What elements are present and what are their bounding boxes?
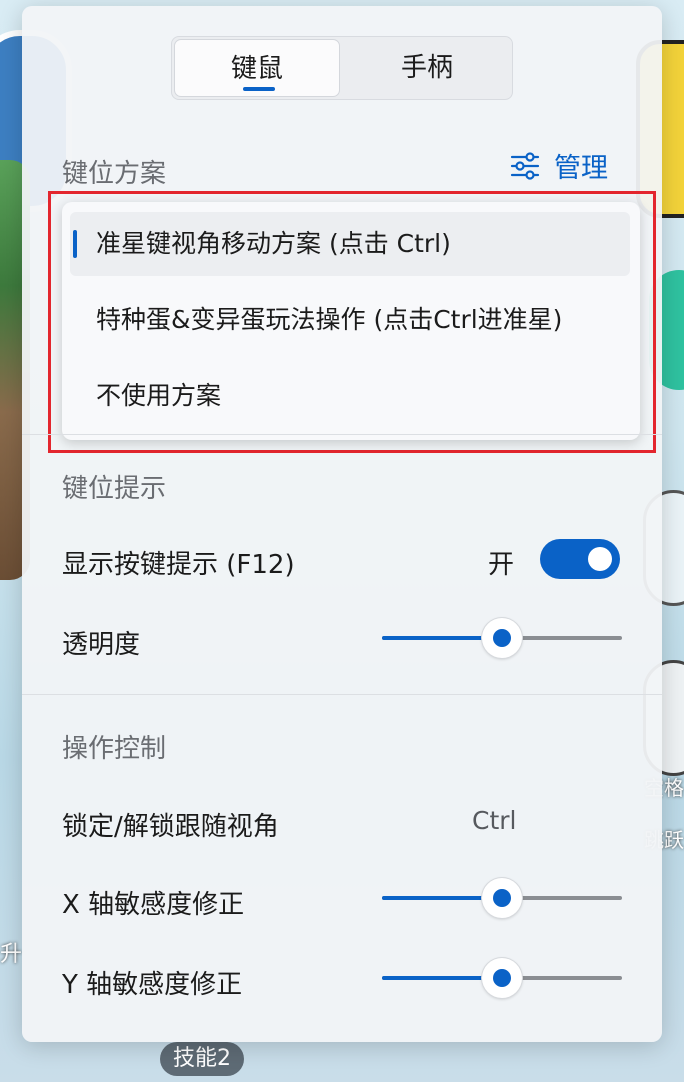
tab-label: 手柄 xyxy=(400,53,453,83)
slider-thumb[interactable] xyxy=(482,618,522,658)
section-divider xyxy=(22,434,662,435)
manage-button[interactable]: 管理 xyxy=(510,146,608,185)
show-hint-label: 显示按键提示 (F12) xyxy=(62,550,295,580)
tab-keyboard-mouse[interactable]: 键鼠 xyxy=(174,39,340,97)
toggle-knob xyxy=(588,547,612,571)
show-hint-toggle[interactable] xyxy=(540,539,620,579)
controls-heading: 操作控制 xyxy=(62,734,167,764)
toggle-state-label: 开 xyxy=(488,550,515,580)
scheme-option-crosshair[interactable]: 准星键视角移动方案 (点击 Ctrl) xyxy=(70,212,630,276)
tab-active-indicator xyxy=(243,87,275,91)
selected-indicator xyxy=(73,230,77,258)
y-sensitivity-slider[interactable] xyxy=(382,958,622,998)
key-scheme-dropdown: 准星键视角移动方案 (点击 Ctrl) 特种蛋&变异蛋玩法操作 (点击Ctrl进… xyxy=(62,202,640,440)
section-divider xyxy=(22,694,662,695)
y-sensitivity-label: Y 轴敏感度修正 xyxy=(62,970,243,1000)
manage-label: 管理 xyxy=(554,153,608,184)
key-scheme-heading: 键位方案 xyxy=(62,159,167,189)
slider-thumb[interactable] xyxy=(482,958,522,998)
key-hint-heading: 键位提示 xyxy=(62,474,167,504)
tab-label: 键鼠 xyxy=(230,54,283,84)
opacity-slider[interactable] xyxy=(382,618,622,658)
sliders-icon xyxy=(510,151,540,181)
input-mode-tabs: 键鼠 手柄 xyxy=(171,36,513,100)
x-sensitivity-slider[interactable] xyxy=(382,878,622,918)
background-label: 升 xyxy=(0,942,23,967)
scheme-option-label: 不使用方案 xyxy=(96,381,222,410)
scheme-option-label: 准星键视角移动方案 (点击 Ctrl) xyxy=(96,229,451,258)
scheme-option-none[interactable]: 不使用方案 xyxy=(70,364,630,428)
slider-thumb[interactable] xyxy=(482,878,522,918)
background-skill-pill: 技能2 xyxy=(160,1042,244,1076)
lock-view-shortcut[interactable]: Ctrl xyxy=(472,806,516,835)
x-sensitivity-label: X 轴敏感度修正 xyxy=(62,890,245,920)
lock-view-label: 锁定/解锁跟随视角 xyxy=(62,812,279,842)
settings-panel: 键鼠 手柄 键位方案 管理 准星键视角移动方案 (点击 Ctrl) 特种蛋&变异… xyxy=(22,6,662,1042)
scheme-option-special-egg[interactable]: 特种蛋&变异蛋玩法操作 (点击Ctrl进准星) xyxy=(70,288,630,352)
opacity-label: 透明度 xyxy=(62,630,141,660)
tab-gamepad[interactable]: 手柄 xyxy=(344,39,510,97)
scheme-option-label: 特种蛋&变异蛋玩法操作 (点击Ctrl进准星) xyxy=(96,305,563,334)
